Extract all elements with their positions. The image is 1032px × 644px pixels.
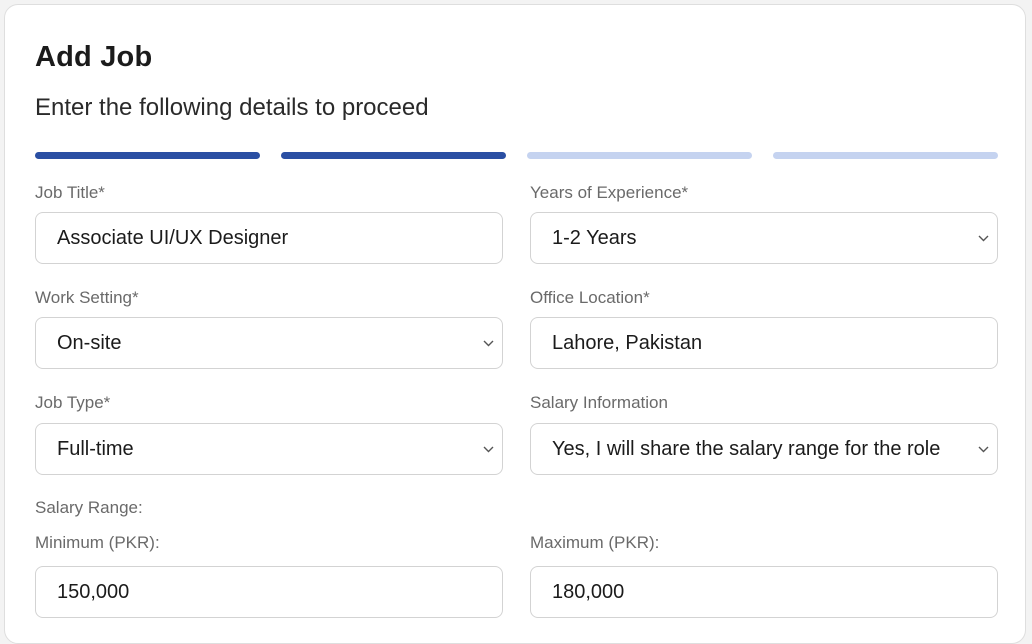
salary-info-value: Yes, I will share the salary range for t…: [552, 437, 941, 460]
add-job-card: Add Job Enter the following details to p…: [4, 4, 1026, 644]
salary-range-heading: Salary Range:: [35, 498, 143, 517]
job-type-select[interactable]: Full-time: [35, 423, 503, 475]
maximum-salary-value: 180,000: [552, 580, 625, 603]
salary-info-select[interactable]: Yes, I will share the salary range for t…: [530, 423, 998, 475]
page-title: Add Job: [35, 41, 153, 73]
job-type-value: Full-time: [57, 437, 134, 460]
work-setting-select[interactable]: On-site: [35, 317, 503, 369]
work-setting-value: On-site: [57, 331, 122, 354]
work-setting-label: Work Setting*: [35, 288, 139, 307]
progress-step-2: [281, 152, 506, 159]
job-title-input[interactable]: Associate UI/UX Designer: [35, 212, 503, 264]
experience-select[interactable]: 1-2 Years: [530, 212, 998, 264]
job-type-label: Job Type*: [35, 393, 111, 412]
job-title-value: Associate UI/UX Designer: [57, 226, 289, 249]
office-location-label: Office Location*: [530, 288, 650, 307]
minimum-salary-label: Minimum (PKR):: [35, 533, 160, 552]
minimum-salary-value: 150,000: [57, 580, 130, 603]
job-title-label: Job Title*: [35, 183, 105, 202]
salary-info-label: Salary Information: [530, 393, 668, 412]
experience-label: Years of Experience*: [530, 183, 689, 202]
page-subtitle: Enter the following details to proceed: [35, 94, 429, 121]
minimum-salary-input[interactable]: 150,000: [35, 566, 503, 618]
experience-value: 1-2 Years: [552, 226, 637, 249]
chevron-down-icon: [969, 235, 997, 242]
chevron-down-icon: [969, 446, 997, 453]
chevron-down-icon: [474, 446, 502, 453]
progress-step-1: [35, 152, 260, 159]
office-location-input[interactable]: Lahore, Pakistan: [530, 317, 998, 369]
step-progress: [35, 152, 998, 159]
maximum-salary-input[interactable]: 180,000: [530, 566, 998, 618]
chevron-down-icon: [474, 340, 502, 347]
office-location-value: Lahore, Pakistan: [552, 331, 703, 354]
maximum-salary-label: Maximum (PKR):: [530, 533, 660, 552]
progress-step-3: [527, 152, 752, 159]
progress-step-4: [773, 152, 998, 159]
